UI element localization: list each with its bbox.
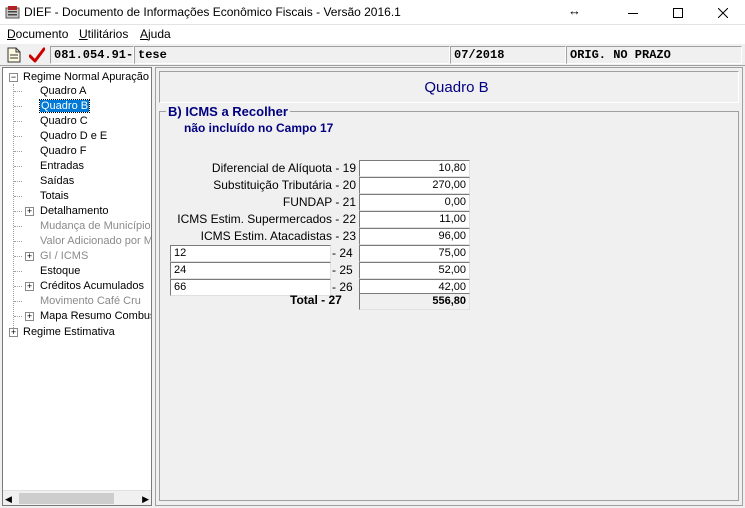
- page-title: Quadro B: [424, 78, 489, 96]
- main-panel: Quadro B B) ICMS a Recolher não incluído…: [155, 67, 743, 506]
- tree-guide: [14, 121, 22, 122]
- tree-guide: [14, 211, 22, 212]
- collapse-icon[interactable]: −: [9, 73, 18, 82]
- row-number: - 24: [332, 246, 353, 260]
- tree-item: Mudança de Município: [40, 220, 151, 232]
- header-box: Quadro B: [159, 71, 739, 103]
- window-title: DIEF - Documento de Informações Econômic…: [24, 5, 401, 19]
- tree-root-regime-normal[interactable]: Regime Normal Apuração: [23, 70, 149, 84]
- maximize-icon: [672, 7, 683, 18]
- tree-guide: [14, 316, 22, 317]
- group-title: B) ICMS a Recolher: [166, 104, 290, 119]
- expand-icon[interactable]: +: [9, 328, 18, 337]
- cnpj-field: 081.054.91-2: [50, 46, 134, 64]
- expand-icon[interactable]: +: [25, 282, 34, 291]
- tree-item[interactable]: Quadro C: [40, 114, 88, 128]
- value-field[interactable]: 270,00: [359, 177, 470, 194]
- row-label: Substituição Tributária - 20: [213, 178, 356, 192]
- row-label: FUNDAP - 21: [282, 195, 356, 209]
- value-field[interactable]: 10,80: [359, 160, 470, 177]
- tree-guide: [14, 241, 22, 242]
- expand-icon[interactable]: +: [25, 312, 34, 321]
- icms-groupbox: B) ICMS a Recolher não incluído no Campo…: [159, 104, 739, 501]
- value-field[interactable]: 96,00: [359, 228, 470, 245]
- tree-item: Valor Adicionado por Mu: [40, 235, 152, 247]
- tree-item: GI / ICMS: [40, 250, 89, 262]
- taxpayer-name-field: tese: [134, 46, 450, 64]
- maximize-button[interactable]: [655, 0, 700, 25]
- row-number: - 25: [332, 263, 353, 277]
- app-icon[interactable]: [5, 5, 20, 20]
- value-field[interactable]: 75,00: [359, 245, 470, 262]
- title-bar: DIEF - Documento de Informações Econômic…: [0, 0, 745, 25]
- menu-utilitarios[interactable]: Utilitários: [79, 27, 128, 41]
- tree-item[interactable]: Entradas: [40, 159, 84, 173]
- tree-item[interactable]: Detalhamento: [40, 204, 109, 218]
- tree-item[interactable]: Mapa Resumo Combust: [40, 309, 151, 323]
- close-button[interactable]: [700, 0, 745, 25]
- tree-guide: [14, 91, 22, 92]
- menu-ajuda[interactable]: Ajuda: [140, 27, 171, 41]
- tree-guide: [14, 181, 22, 182]
- move-icon: ↔: [568, 3, 581, 18]
- tree-guide: [14, 286, 22, 287]
- total-label: Total - 27: [290, 293, 342, 307]
- group-subtitle: não incluído no Campo 17: [184, 121, 334, 135]
- description-input[interactable]: 24: [170, 262, 331, 279]
- navigation-tree[interactable]: − Regime Normal Apuração Quadro A Quadro …: [2, 67, 152, 506]
- scroll-right-icon[interactable]: ▶: [142, 494, 149, 505]
- value-field[interactable]: 52,00: [359, 262, 470, 279]
- scroll-thumb[interactable]: [19, 493, 114, 504]
- tree-guide: [14, 136, 22, 137]
- document-icon[interactable]: [7, 47, 21, 63]
- declaration-type-field: ORIG. NO PRAZO: [566, 46, 742, 64]
- close-icon: [717, 7, 728, 18]
- expand-icon[interactable]: +: [25, 252, 34, 261]
- tree-guide: [14, 196, 22, 197]
- info-bar: 081.054.91-2 tese 07/2018 ORIG. NO PRAZO: [0, 44, 745, 66]
- tree-guide: [14, 301, 22, 302]
- check-icon[interactable]: [29, 47, 45, 63]
- tree-item[interactable]: Estoque: [40, 264, 80, 278]
- tree-item[interactable]: Quadro B: [38, 99, 91, 113]
- menu-bar: Documento Utilitários Ajuda: [0, 25, 745, 44]
- horizontal-scrollbar[interactable]: ◀ ▶: [3, 490, 151, 505]
- tree-guide: [14, 226, 22, 227]
- tree-guide: [14, 256, 22, 257]
- row-label: ICMS Estim. Atacadistas - 23: [200, 229, 356, 243]
- expand-icon[interactable]: +: [25, 207, 34, 216]
- tree-guide: [14, 271, 22, 272]
- tree-item[interactable]: Quadro F: [40, 144, 86, 158]
- menu-documento[interactable]: Documento: [7, 27, 68, 41]
- tree-item[interactable]: Saídas: [40, 174, 74, 188]
- tree-guide: [14, 151, 22, 152]
- tree-item[interactable]: Quadro D e E: [40, 129, 107, 143]
- tree-root-regime-estimativa[interactable]: Regime Estimativa: [23, 325, 115, 339]
- tree-item[interactable]: Totais: [40, 189, 69, 203]
- scroll-left-icon[interactable]: ◀: [5, 494, 12, 505]
- tree-guide: [14, 166, 22, 167]
- period-field: 07/2018: [450, 46, 566, 64]
- value-field[interactable]: 0,00: [359, 194, 470, 211]
- total-value: 556,80: [359, 293, 470, 310]
- tree-guide: [14, 106, 22, 107]
- description-input[interactable]: 12: [170, 245, 331, 262]
- tree-item: Movimento Café Cru: [40, 295, 141, 307]
- row-label: Diferencial de Alíquota - 19: [211, 161, 356, 175]
- minimize-button[interactable]: [610, 0, 655, 25]
- row-label: ICMS Estim. Supermercados - 22: [177, 212, 356, 226]
- tree-item[interactable]: Quadro A: [40, 84, 86, 98]
- minimize-icon: [627, 12, 638, 14]
- tree-item[interactable]: Créditos Acumulados: [40, 279, 144, 293]
- value-field[interactable]: 11,00: [359, 211, 470, 228]
